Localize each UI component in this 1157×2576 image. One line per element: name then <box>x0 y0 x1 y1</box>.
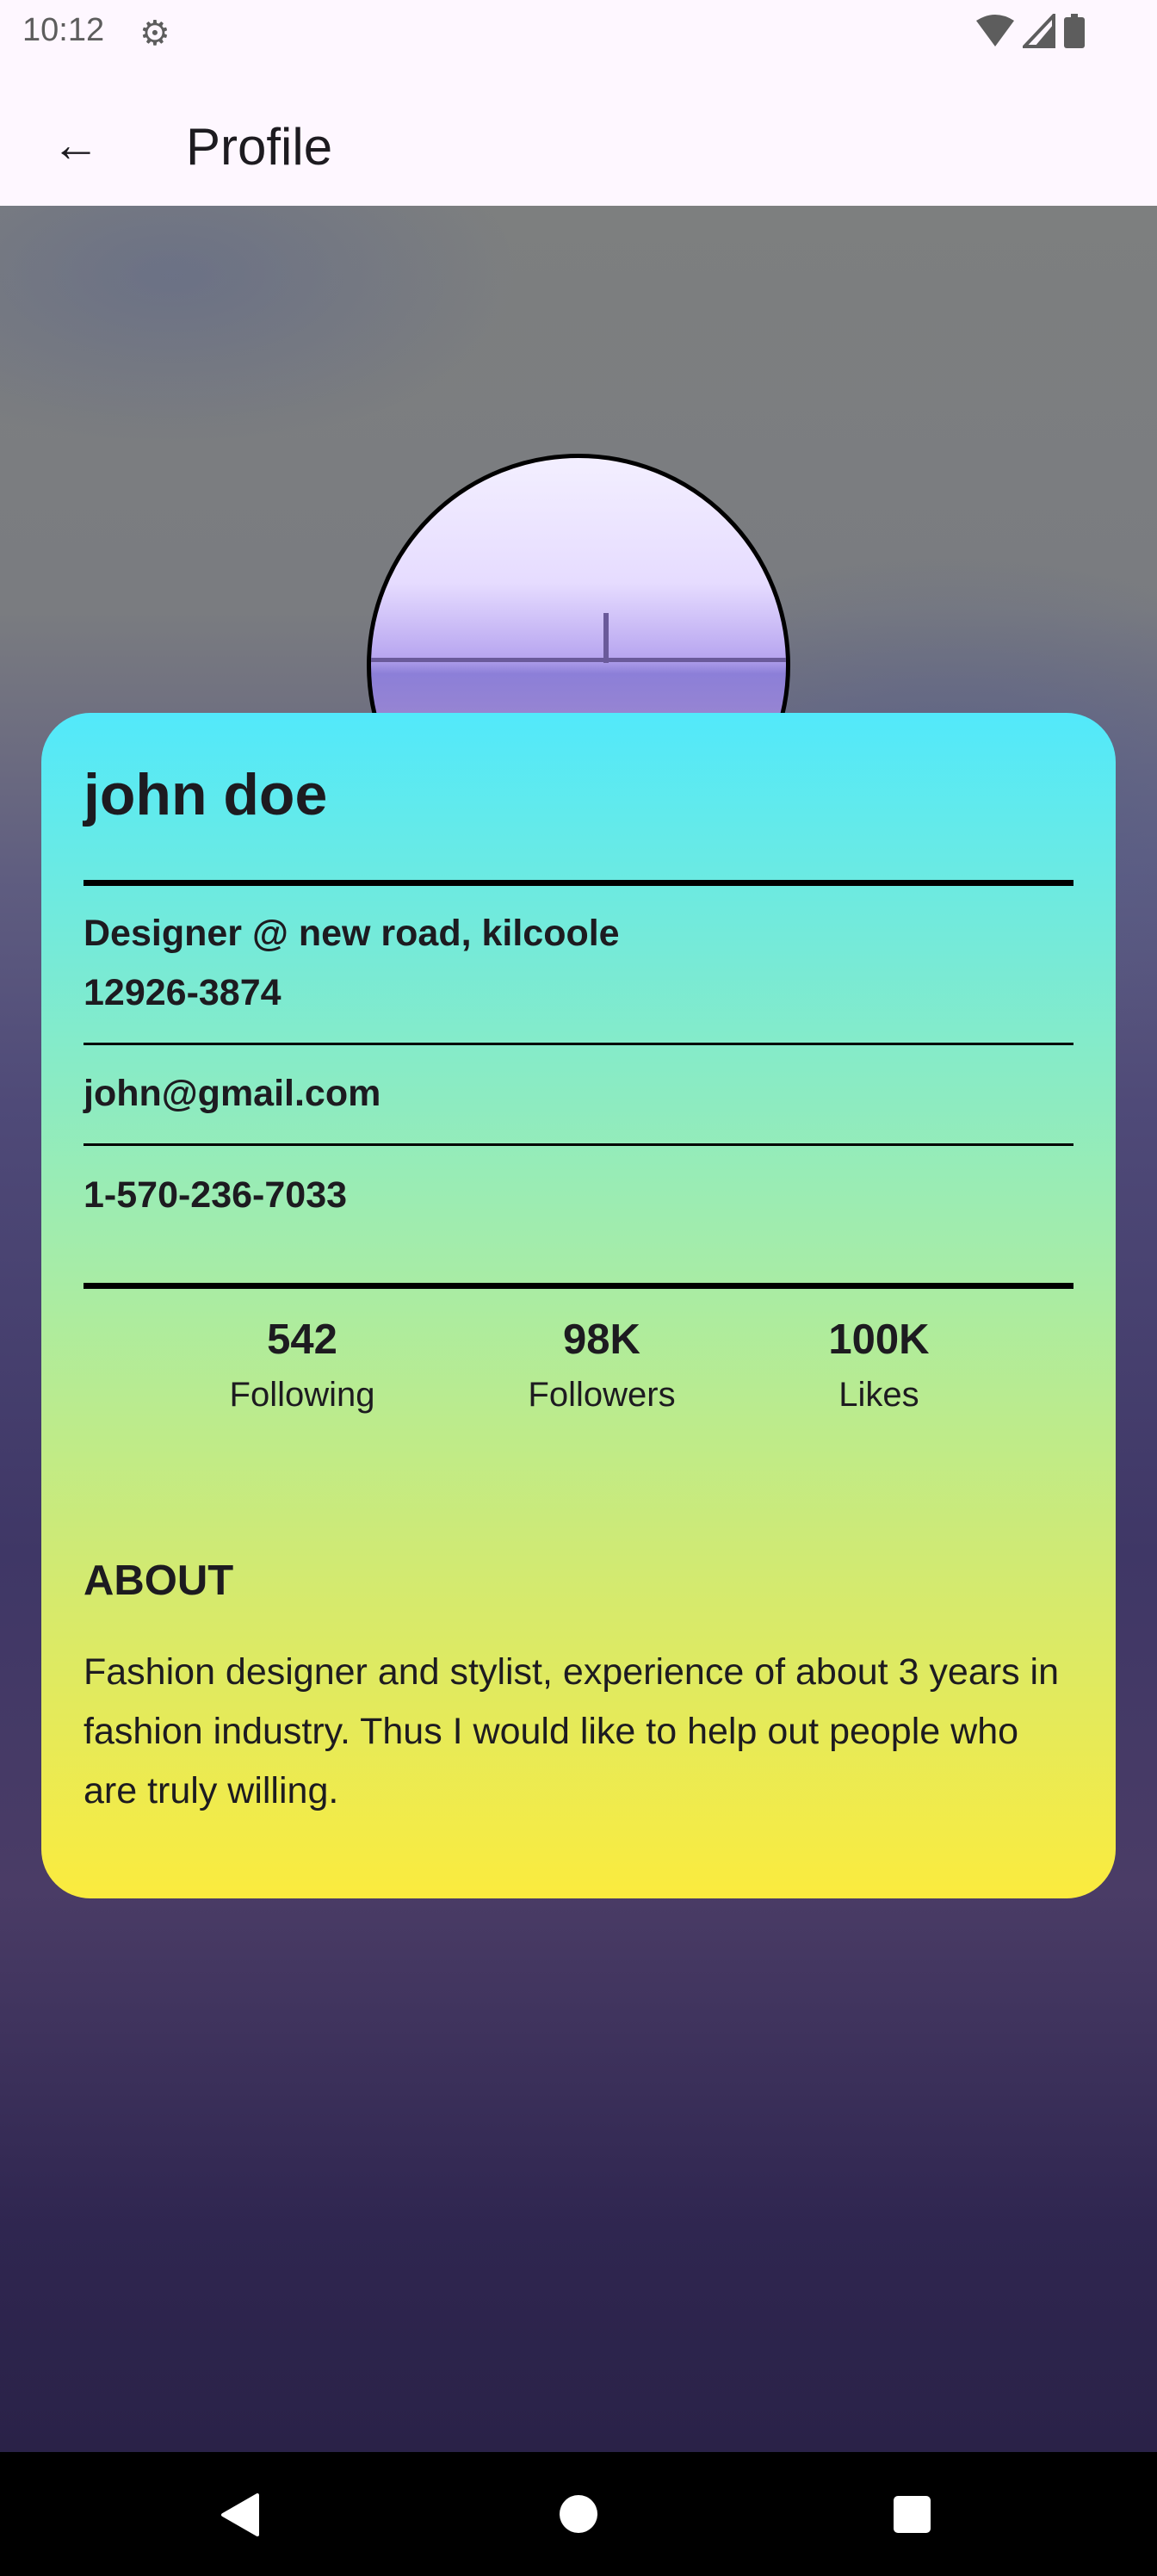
stat-label: Likes <box>838 1376 919 1414</box>
home-circle-icon[interactable] <box>560 2495 597 2533</box>
recents-square-icon[interactable] <box>894 2496 931 2533</box>
status-icons <box>976 14 1085 48</box>
stat-value: 98K <box>563 1316 640 1363</box>
about-heading: ABOUT <box>84 1557 234 1604</box>
status-time: 10:12 <box>22 12 105 48</box>
stat-label: Followers <box>528 1376 676 1414</box>
stat-value: 542 <box>267 1316 337 1363</box>
stat-followers: 98K Followers <box>473 1316 731 1415</box>
back-button[interactable]: ← <box>45 114 107 176</box>
divider <box>84 1283 1073 1289</box>
stat-value: 100K <box>828 1316 930 1363</box>
about-text: Fashion designer and stylist, experience… <box>84 1651 1059 1811</box>
address-line2: 12926-3874 <box>84 972 282 1013</box>
app-bar: ← Profile <box>0 95 1157 206</box>
stat-label: Following <box>229 1376 375 1414</box>
wifi-icon <box>976 15 1014 46</box>
settings-icon: ⚙ <box>139 15 170 53</box>
navigation-bar <box>0 2452 1157 2576</box>
signal-icon <box>1023 14 1055 48</box>
bridge-tower <box>603 613 609 663</box>
phone: 1-570-236-7033 <box>84 1174 348 1216</box>
status-bar: 10:12 ⚙ <box>0 0 1157 95</box>
page-title: Profile <box>186 118 333 176</box>
divider <box>84 1043 1073 1045</box>
stat-likes: 100K Likes <box>750 1316 1008 1415</box>
divider <box>84 880 1073 886</box>
divider <box>84 1143 1073 1146</box>
bridge <box>371 658 786 662</box>
address-line1: Designer @ new road, kilcoole <box>84 913 620 954</box>
battery-icon <box>1064 14 1085 48</box>
profile-card: john doe Designer @ new road, kilcoole 1… <box>41 713 1116 1898</box>
arrow-back-icon: ← <box>52 117 100 171</box>
email: john@gmail.com <box>84 1073 381 1114</box>
back-triangle-icon[interactable] <box>220 2493 259 2536</box>
profile-name: john doe <box>84 762 328 827</box>
stat-following: 542 Following <box>173 1316 431 1415</box>
